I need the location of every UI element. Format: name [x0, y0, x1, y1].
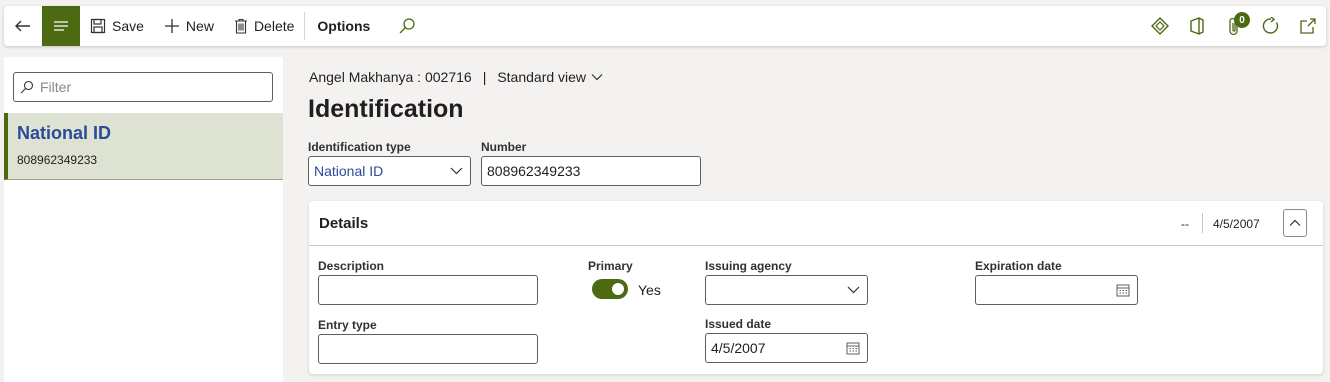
delete-button[interactable]: Delete: [214, 6, 294, 46]
details-summary-1: --: [1181, 217, 1189, 231]
calendar-icon: [846, 342, 860, 355]
primary-toggle[interactable]: [592, 279, 628, 299]
delete-label: Delete: [253, 18, 295, 34]
description-field[interactable]: [318, 275, 538, 305]
identification-type-select[interactable]: National ID: [308, 156, 471, 186]
breadcrumb: Angel Makhanya : 002716 | Standard view: [309, 69, 603, 85]
search-button[interactable]: [370, 6, 416, 46]
chevron-down-icon: [847, 286, 859, 294]
toolbar-right-group: 0: [1141, 6, 1326, 46]
list-item-title: National ID: [17, 123, 112, 143]
identification-type-label: Identification type: [308, 140, 411, 154]
open-new-window-button[interactable]: [1289, 6, 1326, 46]
chevron-down-icon: [450, 167, 462, 175]
save-icon: [90, 18, 106, 34]
toggle-knob: [612, 283, 624, 295]
plus-icon: [164, 19, 179, 33]
records-list-pane: National ID 808962349233: [4, 57, 283, 382]
back-arrow-icon: [15, 20, 30, 32]
calendar-icon: [1116, 284, 1130, 297]
description-label: Description: [318, 259, 385, 273]
entry-type-label: Entry type: [318, 318, 377, 332]
record-caption: Angel Makhanya : 002716: [309, 69, 472, 85]
details-title: Details: [319, 215, 369, 232]
hamburger-icon: [54, 21, 68, 31]
details-header[interactable]: Details -- 4/5/2007: [309, 201, 1323, 246]
filter-input[interactable]: [40, 79, 260, 95]
issuing-agency-label: Issuing agency: [705, 259, 792, 273]
menu-button[interactable]: [42, 6, 80, 46]
power-apps-button[interactable]: [1141, 6, 1178, 46]
refresh-icon: [1262, 17, 1278, 34]
open-in-new-window-icon: [1299, 18, 1316, 34]
expiration-date-picker-button[interactable]: [1109, 283, 1137, 297]
save-button[interactable]: Save: [80, 6, 144, 46]
issued-date-value: 4/5/2007: [711, 340, 766, 356]
search-icon: [399, 18, 415, 34]
back-button[interactable]: [4, 6, 42, 46]
issued-date-label: Issued date: [705, 317, 772, 331]
view-selector[interactable]: Standard view: [497, 69, 603, 85]
options-label: Options: [317, 18, 371, 34]
new-button[interactable]: New: [144, 6, 214, 46]
number-field[interactable]: 808962349233: [481, 156, 701, 186]
caption-separator: |: [482, 69, 487, 85]
trash-icon: [234, 18, 247, 34]
details-summary-divider: [1202, 213, 1203, 233]
identification-type-value: National ID: [314, 163, 384, 179]
details-summary-2: 4/5/2007: [1213, 217, 1260, 231]
office-button[interactable]: [1178, 6, 1215, 46]
attachments-count-badge: 0: [1234, 12, 1250, 28]
entry-type-field[interactable]: [318, 334, 538, 364]
filter-search-icon: [20, 80, 34, 94]
list-item-subtitle: 808962349233: [17, 153, 98, 167]
action-pane: Save New Delete Options 0: [4, 6, 1326, 46]
primary-label: Primary: [588, 259, 633, 273]
chevron-up-icon: [1289, 219, 1301, 226]
view-label: Standard view: [497, 69, 587, 85]
office-icon: [1189, 17, 1204, 35]
attachments-button[interactable]: 0: [1215, 6, 1252, 46]
primary-value: Yes: [638, 282, 661, 298]
collapse-button[interactable]: [1283, 209, 1307, 237]
page-title: Identification: [308, 95, 464, 123]
filter-box[interactable]: [13, 72, 273, 102]
issuing-agency-select[interactable]: [705, 275, 868, 305]
refresh-button[interactable]: [1252, 6, 1289, 46]
list-item[interactable]: National ID 808962349233: [4, 113, 283, 180]
expiration-date-label: Expiration date: [975, 259, 1062, 273]
issued-date-field[interactable]: 4/5/2007: [705, 333, 868, 363]
expiration-date-field[interactable]: [975, 275, 1138, 305]
number-value: 808962349233: [487, 163, 581, 179]
number-label: Number: [481, 140, 527, 154]
diamond-icon: [1150, 17, 1169, 35]
new-label: New: [185, 18, 214, 34]
save-label: Save: [112, 18, 144, 34]
chevron-down-icon: [591, 74, 603, 81]
options-tab[interactable]: Options: [305, 6, 370, 46]
issued-date-picker-button[interactable]: [839, 341, 867, 355]
